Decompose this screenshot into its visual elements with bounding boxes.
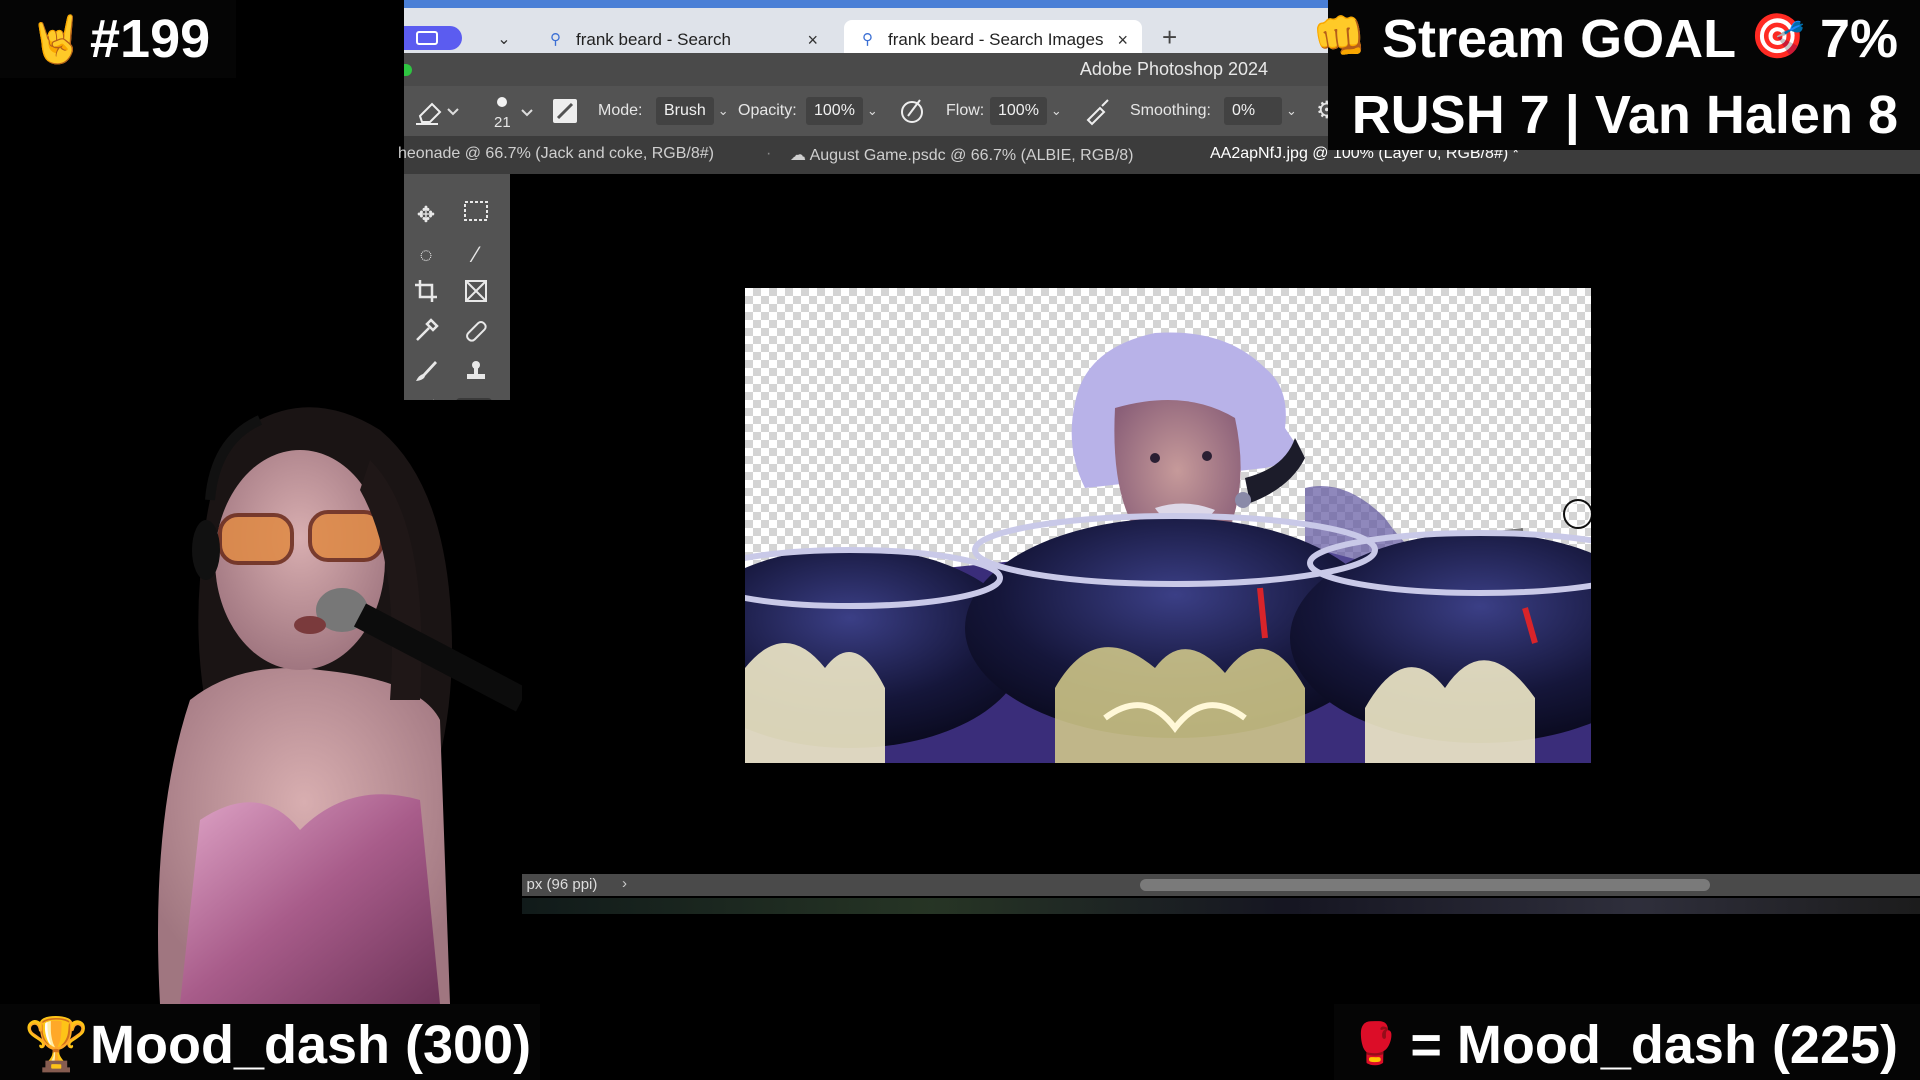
latest-sub-name: = Mood_dash (225) [1410, 1015, 1898, 1075]
top-donor-overlay: 🏆 Mood_dash (300) [0, 1004, 540, 1080]
cloud-doc-icon: ☁ [790, 147, 806, 164]
status-bar: 0 px (96 ppi) › [510, 874, 1920, 896]
mode-label: Mode: [598, 102, 643, 119]
mode-select[interactable]: Brush ⌄ [656, 86, 729, 136]
drummer-photo [745, 332, 1591, 763]
marquee-tool-icon[interactable] [458, 198, 494, 232]
webcam-feed [120, 400, 522, 1004]
airbrush-icon[interactable] [1082, 86, 1112, 136]
document-info: 0 px (96 ppi) [514, 876, 598, 893]
eyedropper-tool-icon[interactable] [408, 318, 444, 352]
chevron-down-icon: ⌄ [866, 103, 878, 118]
brush-tool-icon[interactable] [408, 358, 444, 392]
top-donor-name: Mood_dash (300) [90, 1015, 532, 1075]
brush-size-picker[interactable]: 21 [490, 86, 540, 136]
smoothing-field[interactable]: 0% ⌄ [1224, 86, 1297, 136]
goal-percent: 7% [1819, 9, 1898, 69]
chevron-down-icon[interactable]: ⌄ [490, 26, 518, 54]
tab-separator: · [766, 145, 772, 162]
target-icon: 🎯 [1750, 12, 1805, 61]
magic-wand-tool-icon[interactable]: ⁄ [458, 238, 494, 272]
chevron-down-icon: ⌄ [717, 103, 729, 118]
horizontal-scrollbar[interactable] [1140, 879, 1710, 891]
goal-line: 👊 Stream GOAL 🎯 7% [1312, 8, 1898, 70]
stream-goal-overlay: 👊 Stream GOAL 🎯 7% RUSH 7 | Van Halen 8 [1312, 0, 1920, 150]
mode-value: Brush [656, 97, 714, 125]
status-menu-arrow[interactable]: › [622, 875, 627, 892]
chevron-down-icon: ⌄ [1286, 103, 1297, 118]
pressure-opacity-icon[interactable] [898, 86, 928, 136]
document-tab[interactable]: heonade @ 66.7% (Jack and coke, RGB/8#) [398, 145, 714, 163]
flow-label: Flow: [946, 102, 985, 119]
stream-counter-overlay: 🤘 #199 [0, 0, 236, 78]
clone-stamp-tool-icon[interactable] [458, 358, 494, 392]
document-image[interactable] [745, 288, 1591, 763]
brush-panel-icon[interactable] [550, 86, 580, 136]
smoothing-label: Smoothing: [1130, 102, 1211, 119]
poll-line: RUSH 7 | Van Halen 8 [1351, 85, 1898, 145]
window-icon [416, 31, 438, 45]
opacity-value: 100% [806, 97, 863, 125]
browser-tab-strip: ⌄ ⚲ frank beard - Search × ⚲ frank beard… [404, 0, 1328, 60]
streamer-video [120, 400, 522, 1004]
healing-brush-tool-icon[interactable] [458, 318, 494, 352]
stream-frame: ⌄ ⚲ frank beard - Search × ⚲ frank beard… [0, 0, 1920, 1080]
smoothing-value: 0% [1224, 97, 1282, 125]
flow-value: 100% [990, 97, 1047, 125]
fist-icon: 👊 [1312, 12, 1367, 61]
opacity-label: Opacity: [738, 102, 797, 119]
dock-strip [510, 898, 1920, 914]
quick-select-tool-icon[interactable]: ◌ [408, 238, 444, 272]
chevron-down-icon: ⌄ [1050, 103, 1062, 118]
frame-tool-icon[interactable] [458, 278, 494, 312]
rock-hand-icon: 🤘 [28, 13, 86, 65]
eraser-preset-icon[interactable] [408, 86, 464, 136]
goal-label: Stream GOAL [1382, 9, 1736, 69]
move-tool-icon[interactable]: ✥ [408, 198, 444, 232]
stream-number: #199 [90, 9, 211, 69]
document-tab[interactable]: ☁ August Game.psdc @ 66.7% (ALBIE, RGB/8… [790, 145, 1134, 165]
opacity-field[interactable]: 100% ⌄ [806, 86, 878, 136]
photoshop-window: ⌄ ⚲ frank beard - Search × ⚲ frank beard… [398, 0, 1920, 1080]
tab-overview-button[interactable] [404, 26, 462, 50]
boxing-glove-icon: 🥊 [1350, 1022, 1400, 1066]
new-tab-button[interactable]: + [1162, 22, 1177, 53]
crop-tool-icon[interactable] [408, 278, 444, 312]
trophy-icon: 🏆 [24, 1016, 89, 1074]
canvas-area[interactable] [510, 174, 1920, 874]
flow-field[interactable]: 100% ⌄ [990, 86, 1062, 136]
latest-sub-overlay: 🥊 = Mood_dash (225) [1334, 1004, 1920, 1080]
document-tab-label: August Game.psdc @ 66.7% (ALBIE, RGB/8) [809, 147, 1134, 164]
